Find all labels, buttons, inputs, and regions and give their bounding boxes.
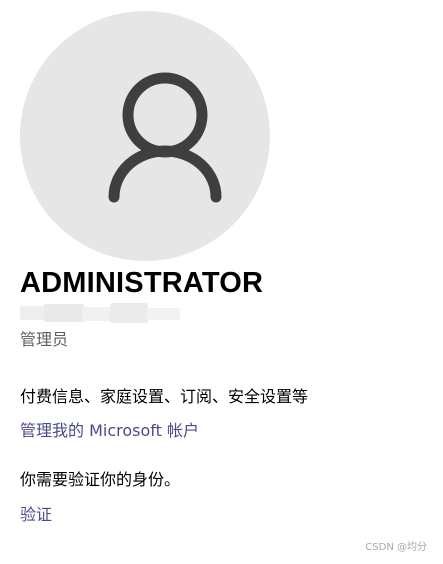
account-settings-description: 付费信息、家庭设置、订阅、安全设置等 bbox=[20, 387, 309, 406]
redacted-email bbox=[20, 303, 182, 325]
avatar bbox=[20, 11, 270, 261]
account-role: 管理员 bbox=[20, 330, 69, 349]
watermark: CSDN @均分 bbox=[365, 542, 427, 553]
verify-link[interactable]: 验证 bbox=[20, 504, 52, 526]
person-icon bbox=[108, 72, 222, 203]
manage-microsoft-account-link[interactable]: 管理我的 Microsoft 帐户 bbox=[20, 420, 199, 442]
identity-verification-prompt: 你需要验证你的身份。 bbox=[20, 470, 181, 489]
account-username: ADMINISTRATOR bbox=[20, 267, 264, 299]
